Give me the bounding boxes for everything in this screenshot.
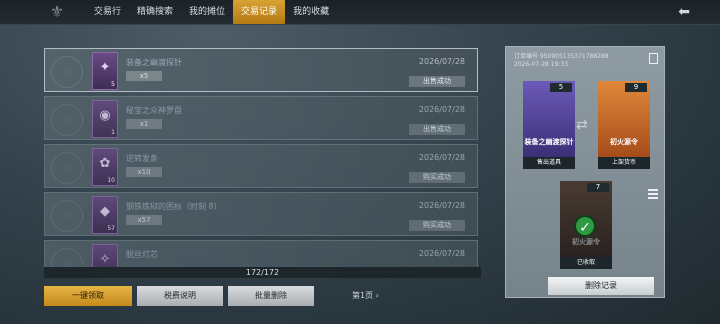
card-count: 7 <box>587 183 609 192</box>
item-name: 装备之幽渡探针 <box>126 58 182 67</box>
card-count: 5 <box>550 83 572 92</box>
game-logo-icon: ⚜ <box>49 2 65 21</box>
thumb-quantity: 10 <box>107 177 115 184</box>
card-title: 装备之幽渡探针 <box>524 138 574 146</box>
thumb-quantity: 5 <box>111 81 115 88</box>
order-number: 订单编号 950905135371788288 <box>514 53 609 60</box>
record-date: 2026/07/28 <box>418 153 465 162</box>
status-badge: 出售成功 <box>409 124 465 135</box>
listing-currency-card[interactable]: 9 初火源令 上架货币 <box>598 81 650 169</box>
status-badge: 购买成功 <box>409 172 465 183</box>
watermark-icon: ◎ <box>51 152 83 184</box>
status-badge: 购买成功 <box>409 220 465 231</box>
record-date: 2026/07/28 <box>418 201 465 210</box>
page-label: 第1页 <box>352 291 374 300</box>
thumb-quantity: 1 <box>111 129 115 136</box>
checkmark-icon: ✓ <box>574 215 596 237</box>
record-row[interactable]: ◎ ✿ 10 逆转发条 x10 2026/07/28 购买成功 <box>44 144 478 188</box>
quantity-badge: x10 <box>126 167 162 177</box>
exchange-arrow-icon: ⇄ <box>576 117 588 133</box>
tab-precise-search[interactable]: 精确搜索 <box>129 0 181 24</box>
tab-bar: 交易行 精确搜索 我的摊位 交易记录 我的收藏 <box>86 0 337 24</box>
status-badge: 出售成功 <box>409 76 465 87</box>
compass-icon: ◉ 1 <box>92 100 118 138</box>
order-time: 2026-07-28 19:33 <box>514 61 569 68</box>
card-caption: 上架货币 <box>598 157 650 169</box>
item-name: 钢铁炼狱的困标（时刻 8） <box>126 202 222 211</box>
tab-my-stall[interactable]: 我的摊位 <box>181 0 233 24</box>
tab-trade-records[interactable]: 交易记录 <box>233 0 286 24</box>
back-arrow-icon[interactable]: ⬅ <box>678 4 690 20</box>
probe-icon: ✦ 5 <box>92 52 118 90</box>
record-row[interactable]: ◎ ◆ 57 钢铁炼狱的困标（时刻 8） x57 2026/07/28 购买成功 <box>44 192 478 236</box>
collect-all-button[interactable]: 一键领取 <box>44 286 132 306</box>
batch-delete-button[interactable]: 批量删除 <box>228 286 314 306</box>
page-indicator[interactable]: 第1页 › <box>352 290 379 301</box>
record-count: 172/172 <box>245 268 280 277</box>
record-row[interactable]: ◎ ◉ 1 秘宝之众神罗盘 x1 2026/07/28 出售成功 <box>44 96 478 140</box>
card-caption: 已收取 <box>560 257 612 269</box>
watermark-icon: ◎ <box>51 104 83 136</box>
tax-info-button[interactable]: 税费说明 <box>137 286 223 306</box>
thumb-quantity: 57 <box>107 225 115 232</box>
received-currency-card[interactable]: 7 ✓ 初火源令 已收取 <box>560 181 612 269</box>
watermark-icon: ◎ <box>51 200 83 232</box>
record-date: 2026/07/28 <box>418 249 465 258</box>
record-row[interactable]: ◎ ✦ 5 装备之幽渡探针 x5 2026/07/28 出售成功 <box>44 48 478 92</box>
quantity-badge: x57 <box>126 215 162 225</box>
quantity-badge: x5 <box>126 71 162 81</box>
crystal-icon: ◆ 57 <box>92 196 118 234</box>
card-title: 初火源令 <box>610 138 638 146</box>
chevron-right-icon: › <box>375 291 379 300</box>
menu-icon[interactable] <box>648 189 658 199</box>
order-info: 订单编号 950905135371788288 2026-07-28 19:33 <box>514 53 609 69</box>
card-count: 9 <box>625 83 647 92</box>
copy-icon[interactable] <box>649 53 658 64</box>
record-date: 2026/07/28 <box>418 105 465 114</box>
item-name: 秘宝之众神罗盘 <box>126 106 182 115</box>
trade-record-list[interactable]: ◎ ✦ 5 装备之幽渡探针 x5 2026/07/28 出售成功 ◎ ◉ 1 秘宝之… <box>44 48 481 276</box>
top-nav-bar: ⚜ 交易行 精确搜索 我的摊位 交易记录 我的收藏 ⬅ <box>0 0 720 25</box>
item-name: 逆转发条 <box>126 154 158 163</box>
record-date: 2026/07/28 <box>418 57 465 66</box>
tab-trading-house[interactable]: 交易行 <box>86 0 129 24</box>
clockwork-icon: ✿ 10 <box>92 148 118 186</box>
watermark-icon: ◎ <box>51 56 83 88</box>
card-title: 初火源令 <box>572 238 600 246</box>
quantity-badge: x1 <box>126 119 162 129</box>
delete-record-button[interactable]: 删除记录 <box>548 277 654 295</box>
card-caption: 售出道具 <box>523 157 575 169</box>
sold-item-card[interactable]: 5 装备之幽渡探针 售出道具 <box>523 81 575 169</box>
item-name: 脱丝灯芯 <box>126 250 158 259</box>
order-detail-panel: 订单编号 950905135371788288 2026-07-28 19:33… <box>505 46 665 298</box>
tab-my-favorites[interactable]: 我的收藏 <box>285 0 337 24</box>
